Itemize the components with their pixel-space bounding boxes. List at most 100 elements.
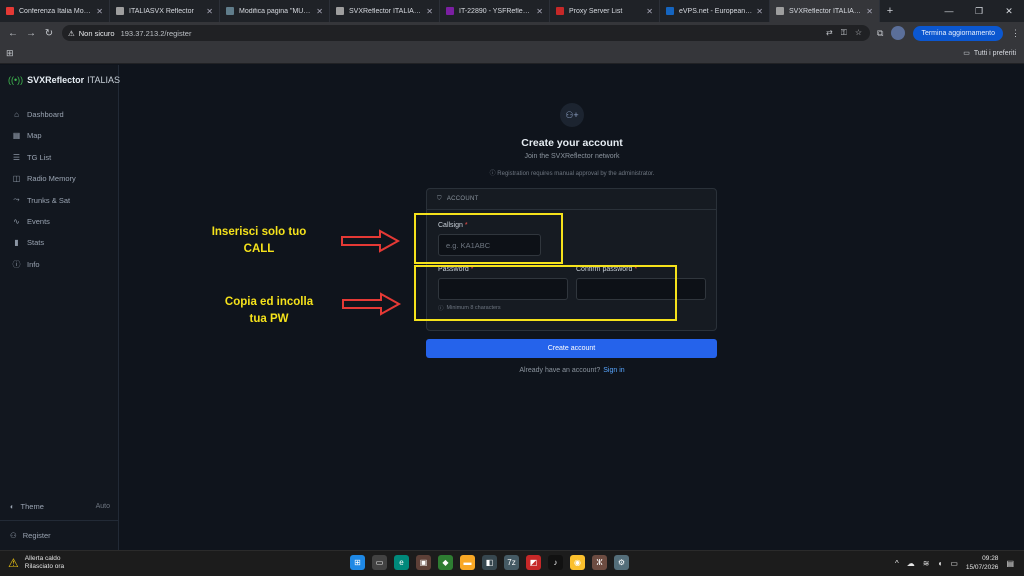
settings-icon[interactable]: ⚙ — [614, 555, 629, 570]
favicon-icon — [446, 7, 454, 15]
tab-title: SVXReflector ITALIASVX — [349, 7, 423, 15]
translate-icon[interactable]: ⇄ — [826, 28, 833, 38]
windows-start-icon[interactable]: ⊞ — [350, 555, 365, 570]
page-title: Create your account — [521, 137, 623, 149]
red-arrow-pw — [342, 292, 402, 316]
weather-widget[interactable]: ⚠ Allerta caldo Rilasciato ora — [8, 555, 64, 571]
cloud-icon[interactable]: ☁ — [907, 559, 915, 568]
create-account-button[interactable]: Create account — [426, 339, 717, 358]
nav-icon: ⌂ — [14, 110, 19, 119]
close-tab-icon[interactable]: ✕ — [426, 7, 433, 16]
close-tab-icon[interactable]: ✕ — [866, 7, 873, 16]
favicon-icon — [776, 7, 784, 15]
sidebar-item-map[interactable]: ▦ Map — [12, 131, 42, 140]
browser-tab[interactable]: eVPS.net - European VPS ✕ — [660, 0, 770, 22]
wifi-icon[interactable]: ≋ — [923, 559, 930, 568]
warning-icon: ⚠ — [68, 28, 75, 38]
approval-note: ⓘ Registration requires manual approval … — [382, 168, 762, 177]
pw-annotation: Copia ed incolla tua PW — [206, 294, 332, 328]
address-bar[interactable]: ⚠ Non sicuro 193.37.213.2/register ⇄ ⚿ ☆ — [62, 25, 870, 41]
nav-icon: ▮ — [14, 237, 19, 247]
app-icon[interactable]: ◧ — [482, 555, 497, 570]
sidebar-item-radio-memory[interactable]: ◫ Radio Memory — [12, 174, 76, 183]
close-tab-icon[interactable]: ✕ — [536, 7, 543, 16]
browser-toolbar: ← → ↻ ⚠ Non sicuro 193.37.213.2/register … — [0, 22, 1024, 44]
edge-icon[interactable]: e — [394, 555, 409, 570]
security-indicator[interactable]: ⚠ Non sicuro — [62, 29, 121, 38]
password-highlight-box — [414, 265, 677, 321]
folder-icon: ▭ — [963, 50, 970, 57]
app-icon[interactable]: ⵣ — [592, 555, 607, 570]
chrome-icon[interactable]: ◉ — [570, 555, 585, 570]
minimize-button[interactable]: — — [934, 0, 964, 22]
app-icon[interactable]: ◩ — [526, 555, 541, 570]
sidebar-item-label: Dashboard — [27, 110, 64, 119]
clock[interactable]: 09:28 15/07/2026 — [966, 554, 999, 572]
new-tab-button[interactable]: + — [880, 0, 900, 22]
browser-tab[interactable]: SVXReflector ITALIASVX ✕ — [770, 0, 880, 22]
task-view-icon[interactable]: ▭ — [372, 555, 387, 570]
sidebar-item-trunks-sat[interactable]: ⤳ Trunks & Sat — [12, 195, 70, 205]
sidebar-item-info[interactable]: ⓘ Info — [12, 259, 40, 270]
browser-tab[interactable]: IT-22890 - YSFReflector-D✕ — [440, 0, 550, 22]
forward-icon[interactable]: → — [22, 28, 40, 39]
browser-tab[interactable]: Conferenza Italia Monitor ✕ — [0, 0, 110, 22]
maximize-button[interactable]: ❐ — [964, 0, 994, 22]
sidebar-item-label: TG List — [27, 152, 52, 162]
browser-tab[interactable]: Proxy Server List ✕ — [550, 0, 660, 22]
battery-icon[interactable]: ▭ — [950, 559, 958, 568]
heat-warning-icon: ⚠ — [8, 556, 19, 570]
close-tab-icon[interactable]: ✕ — [206, 7, 213, 16]
close-window-button[interactable]: ✕ — [994, 0, 1024, 22]
browser-tab[interactable]: SVXReflector ITALIASVX ✕ — [330, 0, 440, 22]
sidebar-item-label: Map — [27, 131, 42, 141]
brand-logo[interactable]: ((•)) SVXReflector ITALIASVX — [8, 75, 132, 85]
sidebar-item-events[interactable]: ∿ Events — [12, 217, 50, 226]
sidebar: ((•)) SVXReflector ITALIASVX ⌂ Dashboard ▦… — [0, 65, 132, 550]
page-subtitle: Join the SVXReflector network — [524, 153, 620, 160]
favicon-icon — [666, 7, 674, 15]
reload-icon[interactable]: ↻ — [40, 28, 58, 39]
sidebar-item-stats[interactable]: ▮ Stats — [12, 238, 44, 247]
sidebar-item-tg-list[interactable]: ☰ TG List — [12, 153, 51, 162]
taskbar: ⚠ Allerta caldo Rilasciato ora ⊞ ▭ e ▣ ◆… — [0, 550, 1024, 576]
signin-link[interactable]: Sign in — [603, 367, 624, 374]
speaker-icon[interactable]: ◖ — [937, 559, 942, 568]
menu-icon[interactable]: ⋮ — [1011, 28, 1020, 39]
extensions-icon[interactable]: ⧉ — [877, 28, 883, 39]
chevron-up-icon[interactable]: ^ — [895, 559, 899, 568]
palette-icon: ◐ — [10, 502, 15, 511]
favicon-icon — [116, 7, 124, 15]
store-icon[interactable]: ▣ — [416, 555, 431, 570]
theme-toggle[interactable]: ◐ Theme Auto — [10, 502, 110, 511]
password-key-icon[interactable]: ⚿ — [841, 28, 847, 38]
bookmark-star-icon[interactable]: ☆ — [855, 28, 862, 38]
browser-tab[interactable]: Modifica pagina "MUMBI ✕ — [220, 0, 330, 22]
close-tab-icon[interactable]: ✕ — [646, 7, 653, 16]
favicon-icon — [226, 7, 234, 15]
url-text: 193.37.213.2/register — [120, 28, 192, 38]
file-explorer-icon[interactable]: ▬ — [460, 555, 475, 570]
tiktok-icon[interactable]: ♪ — [548, 555, 563, 570]
window-controls: — ❐ ✕ — [934, 0, 1024, 22]
nav-icon: ☰ — [12, 152, 21, 162]
app-icon[interactable]: ◆ — [438, 555, 453, 570]
apps-grid-icon[interactable]: ⊞ — [6, 48, 14, 59]
browser-tab[interactable]: ITALIASVX Reflector ✕ — [110, 0, 220, 22]
profile-avatar[interactable] — [891, 26, 906, 40]
sidebar-item-dashboard[interactable]: ⌂ Dashboard — [12, 110, 64, 119]
call-annotation: Inserisci solo tuo CALL — [196, 224, 322, 258]
theme-value: Auto — [95, 503, 110, 510]
notification-icon[interactable]: ▤ — [1006, 559, 1014, 568]
system-tray: ^ ☁ ≋ ◖ ▭ 09:28 15/07/2026 ▤ — [895, 554, 1014, 572]
sidebar-item-register[interactable]: ⚇ Register — [10, 531, 51, 540]
red-arrow-call — [341, 229, 401, 253]
back-icon[interactable]: ← — [4, 28, 22, 39]
close-tab-icon[interactable]: ✕ — [96, 7, 103, 16]
close-tab-icon[interactable]: ✕ — [316, 7, 323, 16]
tab-title: Proxy Server List — [569, 7, 623, 15]
archive-icon[interactable]: 7z — [504, 555, 519, 570]
all-bookmarks[interactable]: ▭ Tutti i preferiti — [963, 49, 1016, 58]
update-button[interactable]: Termina aggiornamento — [913, 25, 1003, 41]
close-tab-icon[interactable]: ✕ — [756, 7, 763, 16]
